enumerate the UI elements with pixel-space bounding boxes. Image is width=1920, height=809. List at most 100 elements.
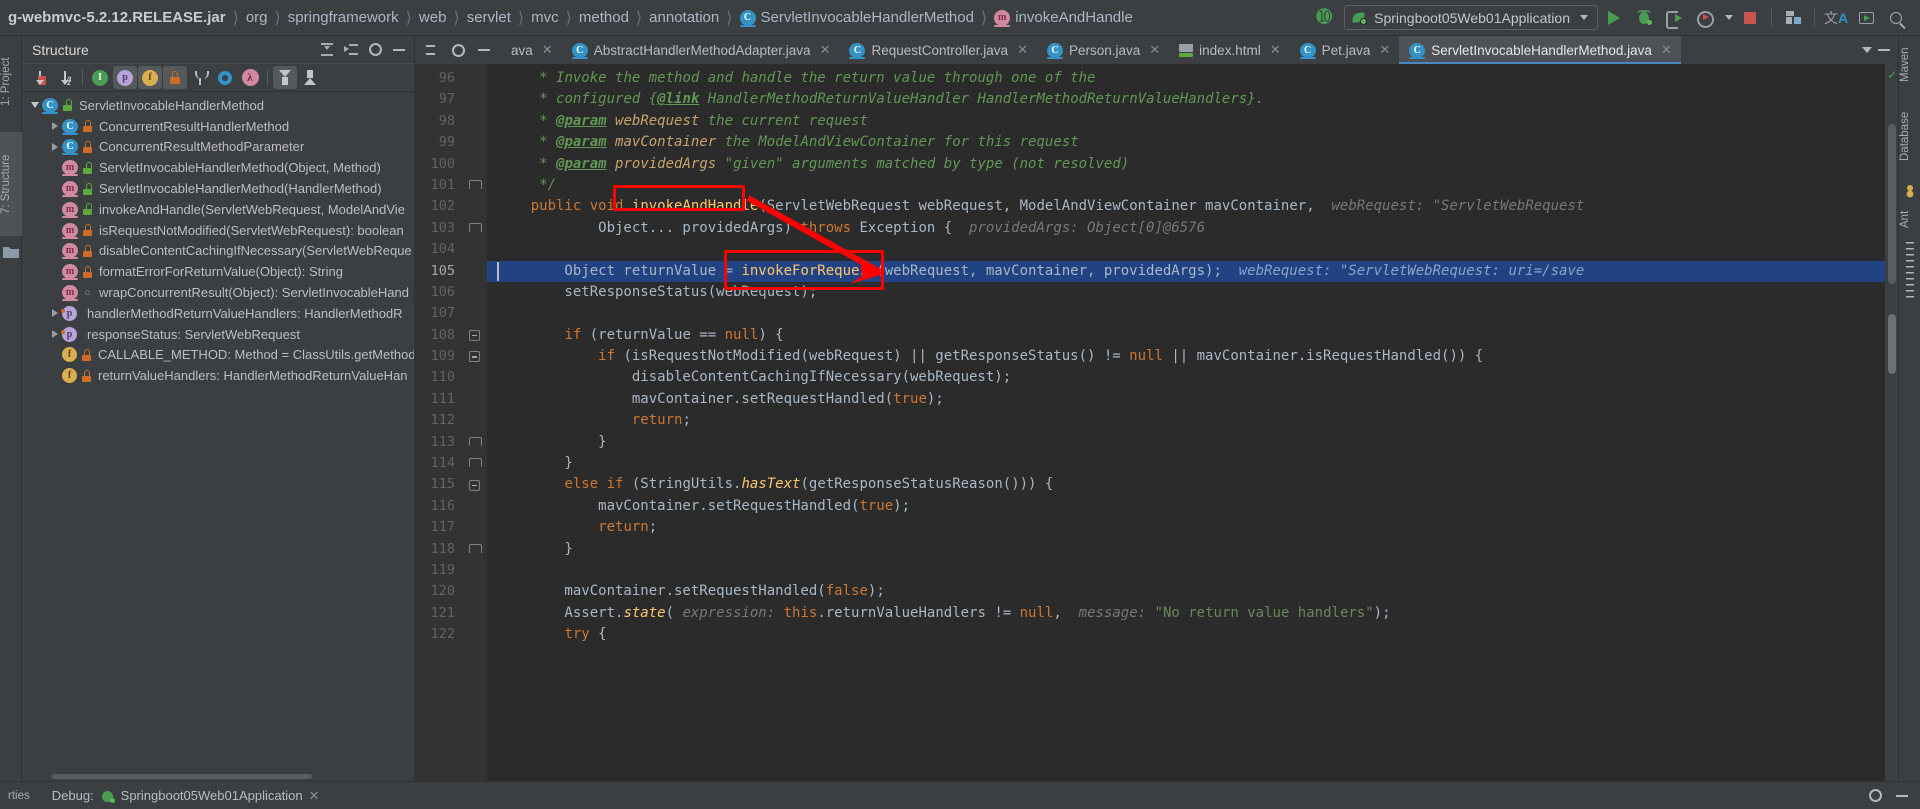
fold-marker[interactable] [469,436,482,448]
minimize-icon[interactable] [1878,49,1890,51]
sidebar-item-database[interactable]: Database [1899,98,1920,174]
translate-button[interactable]: 文A [1822,4,1850,32]
code-folding-gutter[interactable] [463,64,487,781]
code-line[interactable]: mavContainer.setRequestHandled(true); [487,496,1885,517]
expand-arrow-icon[interactable] [48,309,62,318]
debug-tool-window-label[interactable]: Debug: [52,788,94,803]
structure-tree-item[interactable]: C ConcurrentResultHandlerMethod [22,116,414,137]
editor-tab[interactable]: C Person.java ✕ [1037,36,1169,64]
sort-alphabetically-button[interactable]: az [53,66,77,89]
code-editor[interactable]: 96 97 98 99 100 101 102 103 104 105 106 107 108 109 11… [415,64,1898,781]
sidebar-item-project[interactable]: 1: Project [0,40,22,124]
gear-icon[interactable] [1869,789,1882,802]
structure-tree-item[interactable]: m ServletInvocableHandlerMethod(Object, M… [22,157,414,178]
structure-tree-item[interactable]: f returnValueHandlers: HandlerMethodRetur… [22,365,414,386]
editor-tab[interactable]: C RequestController.java ✕ [839,36,1036,64]
sidebar-item-maven[interactable]: Maven [1899,38,1920,92]
structure-tree-item[interactable]: m ServletInvocableHandlerMethod(HandlerMe… [22,178,414,199]
close-icon[interactable]: ✕ [1149,42,1160,58]
structure-tree[interactable]: C ServletInvocableHandlerMethod C Concurren… [22,92,414,772]
show-lambda-button[interactable]: λ [238,66,262,89]
breadcrumb-item-springframework[interactable]: springframework [281,9,406,26]
code-line[interactable]: public void invokeAndHandle(ServletWebRe… [487,196,1885,217]
close-icon[interactable]: ✕ [542,42,553,58]
run-with-coverage-button[interactable] [1660,4,1688,32]
structure-tree-item[interactable]: f CALLABLE_METHOD: Method = ClassUtils.ge… [22,345,414,366]
show-non-public-button[interactable] [163,66,187,89]
structure-tree-item[interactable]: p responseStatus: ServletWebRequest [22,324,414,345]
close-icon[interactable]: ✕ [1270,42,1281,58]
close-icon[interactable]: ✕ [1017,42,1028,58]
run-button[interactable] [1600,4,1628,32]
code-line[interactable]: } [487,539,1885,560]
chevron-down-icon[interactable] [1862,47,1872,53]
code-line[interactable]: Assert.state( expression: this.returnVal… [487,603,1885,624]
select-opened-file-button[interactable] [421,39,443,61]
close-icon[interactable]: ✕ [1379,42,1390,58]
terminal-button[interactable] [1852,4,1880,32]
editor-tab[interactable]: C AbstractHandlerMethodAdapter.java ✕ [562,36,840,64]
fold-marker[interactable] [469,329,480,341]
structure-tree-item[interactable]: p handlerMethodReturnValueHandlers: Handl… [22,303,414,324]
structure-tree-item[interactable]: m isRequestNotModified(ServletWebRequest)… [22,220,414,241]
editor-tab[interactable]: C Pet.java ✕ [1290,36,1400,64]
collapse-arrow-icon[interactable] [28,102,42,109]
editor-tab[interactable]: ava ✕ [501,36,562,64]
autoscroll-to-source-button[interactable] [298,66,322,89]
autoscroll-from-source-button[interactable] [273,66,297,89]
profiler-dropdown[interactable] [1720,4,1734,32]
code-line[interactable]: else if (StringUtils.hasText(getResponse… [487,474,1885,495]
minimize-icon[interactable] [1896,794,1908,797]
structure-tree-item[interactable]: m invokeAndHandle(ServletWebRequest, Mode… [22,199,414,220]
fold-marker[interactable] [469,222,482,234]
search-everywhere-button[interactable] [1882,4,1910,32]
sidebar-item-structure[interactable]: 7: Structure [0,132,22,236]
breadcrumb-item-annotation[interactable]: annotation [642,9,726,26]
close-icon[interactable]: ✕ [309,788,320,804]
code-line[interactable]: */ [487,175,1885,196]
editor-tab[interactable]: C ServletInvocableHandlerMethod.java ✕ [1399,36,1681,64]
show-fields-button[interactable]: f [138,66,162,89]
properties-tab-label[interactable]: rties [8,790,30,802]
structure-tree-item[interactable]: C ServletInvocableHandlerMethod [22,95,414,116]
debug-session-label[interactable]: Springboot05Web01Application [121,788,303,803]
code-line[interactable]: return; [487,410,1885,431]
breadcrumb-item-class[interactable]: C ServletInvocableHandlerMethod [733,9,981,27]
structure-settings-button[interactable] [364,39,386,61]
code-line[interactable] [487,560,1885,581]
editor-settings-button[interactable] [447,39,469,61]
expand-arrow-icon[interactable] [48,330,62,339]
show-lambdas-button[interactable] [213,66,237,89]
collapse-all-button[interactable] [340,39,362,61]
hammer-icon[interactable]: ➓ [1306,6,1342,29]
code-line[interactable]: } [487,432,1885,453]
editor-tab[interactable]: index.html ✕ [1169,36,1289,64]
breadcrumb-item-jar[interactable]: g-webmvc-5.2.12.RELEASE.jar [6,9,233,26]
expand-arrow-icon[interactable] [48,122,62,131]
project-structure-button[interactable] [1779,4,1807,32]
code-line[interactable]: * @param webRequest the current request [487,111,1885,132]
editor-hide-button[interactable] [473,39,495,61]
code-line[interactable]: mavContainer.setRequestHandled(true); [487,389,1885,410]
code-line[interactable]: mavContainer.setRequestHandled(false); [487,581,1885,602]
fold-marker[interactable] [469,543,482,555]
code-line[interactable]: Object... providedArgs) throws Exception… [487,218,1885,239]
fold-marker[interactable] [469,351,480,363]
breadcrumb-item-web[interactable]: web [412,9,454,26]
sort-by-visibility-button[interactable] [28,66,52,89]
structure-tree-item[interactable]: C ConcurrentResultMethodParameter [22,137,414,158]
code-line[interactable]: disableContentCachingIfNecessary(webRequ… [487,367,1885,388]
fold-marker[interactable] [469,479,480,491]
breadcrumb-item-servlet[interactable]: servlet [460,9,518,26]
profiler-button[interactable] [1690,4,1718,32]
structure-tree-item[interactable]: m ○ wrapConcurrentResult(Object): ServletI… [22,282,414,303]
structure-tree-item[interactable]: m formatErrorForReturnValue(Object): Stri… [22,261,414,282]
code-line[interactable]: } [487,453,1885,474]
code-line[interactable]: return; [487,517,1885,538]
debug-button[interactable] [1630,4,1658,32]
stop-button[interactable] [1736,4,1764,32]
breadcrumb-item-method-invokeandhandle[interactable]: m invokeAndHandle [987,9,1140,27]
code-line[interactable]: try { [487,624,1885,645]
show-properties-button[interactable]: p [113,66,137,89]
hide-panel-button[interactable] [388,39,410,61]
